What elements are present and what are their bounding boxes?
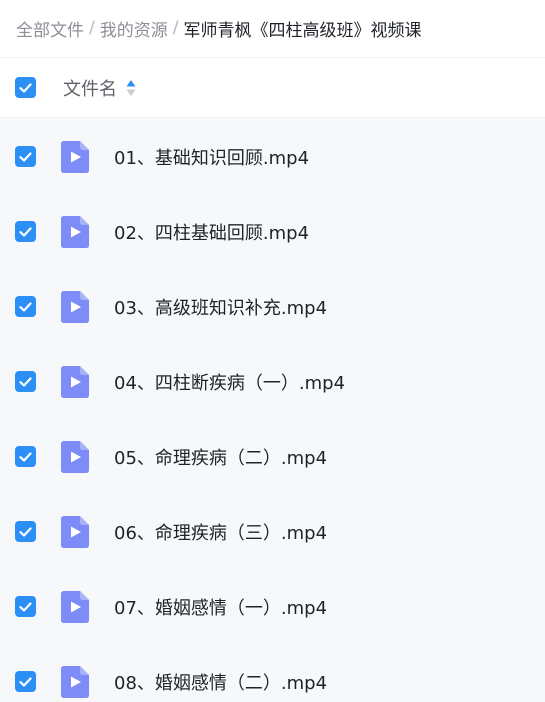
file-name[interactable]: 04、四柱断疾病（一）.mp4: [114, 369, 345, 395]
file-name[interactable]: 02、四柱基础回顾.mp4: [114, 219, 309, 245]
file-row[interactable]: 08、婚姻感情（二）.mp4: [0, 644, 545, 702]
checkmark-icon: [19, 526, 32, 537]
file-row[interactable]: 04、四柱断疾病（一）.mp4: [0, 344, 545, 419]
file-name[interactable]: 08、婚姻感情（二）.mp4: [114, 669, 327, 695]
file-name[interactable]: 05、命理疾病（二）.mp4: [114, 444, 327, 470]
video-file-icon: [61, 365, 89, 398]
file-checkbox[interactable]: [15, 146, 36, 167]
breadcrumb-item-my-resources[interactable]: 我的资源: [100, 16, 168, 41]
checkmark-icon: [19, 451, 32, 462]
checkmark-icon: [19, 301, 32, 312]
file-checkbox[interactable]: [15, 596, 36, 617]
select-all-checkbox[interactable]: [15, 77, 36, 98]
checkmark-icon: [19, 376, 32, 387]
file-list-header: 文件名: [0, 57, 545, 118]
file-checkbox[interactable]: [15, 296, 36, 317]
video-file-icon: [61, 665, 89, 698]
video-file-icon: [61, 215, 89, 248]
sort-updown-icon[interactable]: [126, 79, 136, 97]
breadcrumb-current-folder: 军师青枫《四柱高级班》视频课: [183, 20, 422, 41]
file-list: 01、基础知识回顾.mp4 02、四柱基础回顾.mp4 03、高级班知识补充.m…: [0, 118, 545, 702]
checkmark-icon: [19, 151, 32, 162]
file-row[interactable]: 06、命理疾病（三）.mp4: [0, 494, 545, 569]
breadcrumb: 全部文件 / 我的资源 / 军师青枫《四柱高级班》视频课: [0, 0, 545, 56]
breadcrumb-separator: /: [89, 18, 95, 38]
checkmark-icon: [19, 82, 32, 93]
video-file-icon: [61, 590, 89, 623]
file-checkbox[interactable]: [15, 671, 36, 692]
file-row[interactable]: 03、高级班知识补充.mp4: [0, 269, 545, 344]
file-row[interactable]: 01、基础知识回顾.mp4: [0, 119, 545, 194]
video-file-icon: [61, 440, 89, 473]
file-row[interactable]: 05、命理疾病（二）.mp4: [0, 419, 545, 494]
video-file-icon: [61, 515, 89, 548]
file-row[interactable]: 02、四柱基础回顾.mp4: [0, 194, 545, 269]
file-checkbox[interactable]: [15, 371, 36, 392]
file-name[interactable]: 06、命理疾病（三）.mp4: [114, 519, 327, 545]
file-checkbox[interactable]: [15, 521, 36, 542]
file-name[interactable]: 03、高级班知识补充.mp4: [114, 294, 327, 320]
file-name[interactable]: 07、婚姻感情（一）.mp4: [114, 594, 327, 620]
video-file-icon: [61, 290, 89, 323]
checkmark-icon: [19, 226, 32, 237]
breadcrumb-separator: /: [172, 18, 179, 38]
file-name[interactable]: 01、基础知识回顾.mp4: [114, 144, 309, 170]
video-file-icon: [61, 140, 89, 173]
file-checkbox[interactable]: [15, 221, 36, 242]
breadcrumb-item-all-files[interactable]: 全部文件: [16, 16, 84, 41]
file-row[interactable]: 07、婚姻感情（一）.mp4: [0, 569, 545, 644]
checkmark-icon: [19, 601, 32, 612]
column-header-filename[interactable]: 文件名: [63, 75, 117, 101]
checkmark-icon: [19, 676, 32, 687]
file-checkbox[interactable]: [15, 446, 36, 467]
